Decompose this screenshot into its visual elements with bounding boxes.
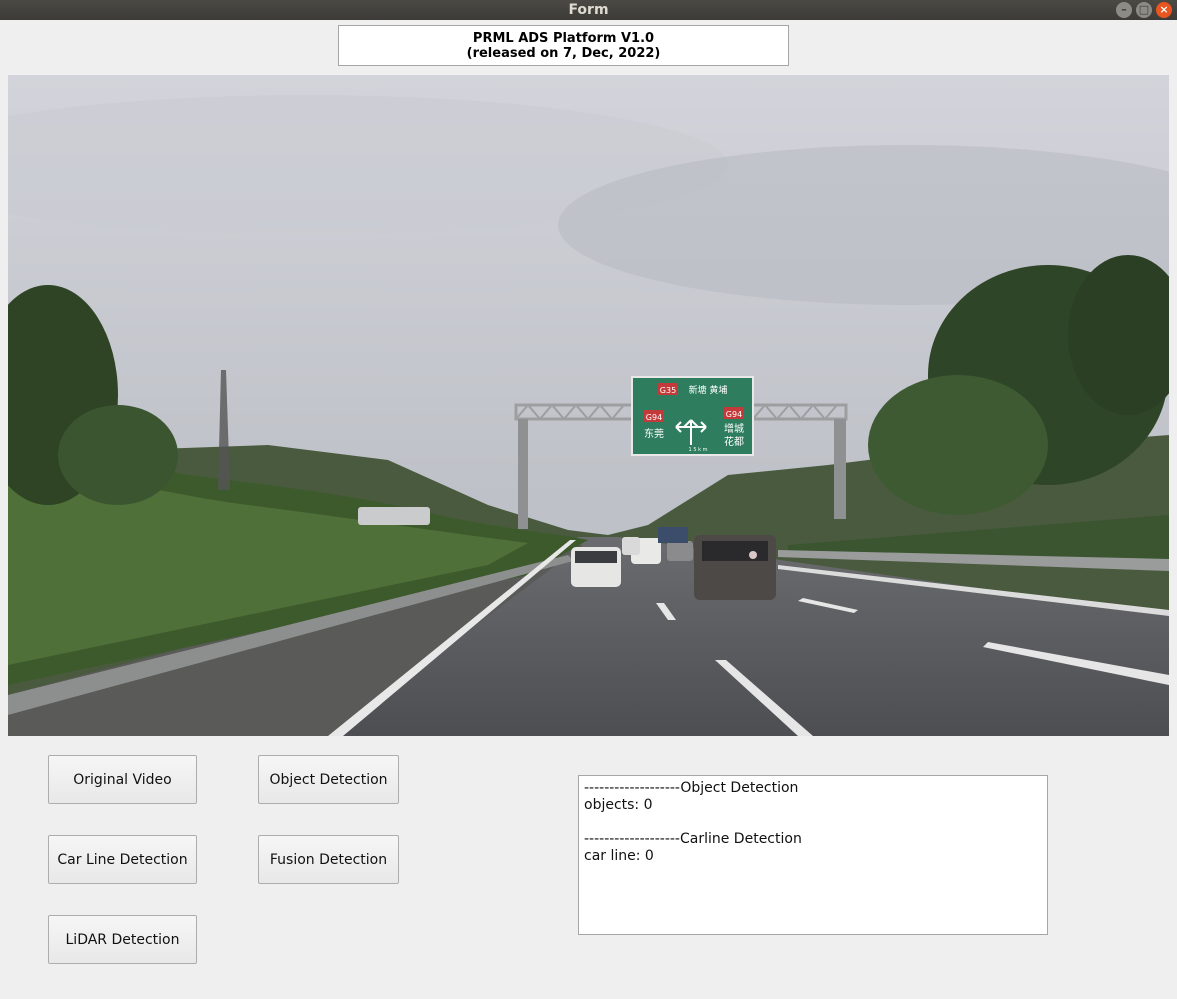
- sign-right-text1: 增城: [724, 422, 744, 435]
- object-detection-button[interactable]: Object Detection: [258, 755, 399, 804]
- detection-output-textbox[interactable]: -------------------Object Detection obje…: [578, 775, 1048, 935]
- original-video-button[interactable]: Original Video: [48, 755, 197, 804]
- sign-distance: 1 5 k m: [689, 447, 708, 453]
- carline-detection-header: -------------------Carline Detection: [584, 831, 802, 847]
- objects-count: objects: 0: [584, 797, 653, 813]
- carline-count: car line: 0: [584, 848, 654, 864]
- sign-right-code: G94: [726, 410, 742, 419]
- minimize-icon[interactable]: –: [1116, 2, 1132, 18]
- sign-top-text: 新塘 黄埔: [689, 384, 728, 396]
- sign-top-code: G35: [660, 386, 676, 395]
- video-display: G35 新塘 黄埔 G94 东莞 G94 增城 花都 1 5 k m: [8, 75, 1169, 736]
- dashcam-frame: G35 新塘 黄埔 G94 东莞 G94 增城 花都 1 5 k m: [8, 75, 1169, 736]
- platform-title-box: PRML ADS Platform V1.0 (released on 7, D…: [338, 25, 789, 66]
- lidar-detection-button[interactable]: LiDAR Detection: [48, 915, 197, 964]
- sign-right-text2: 花都: [724, 435, 744, 448]
- release-date: (released on 7, Dec, 2022): [466, 45, 661, 61]
- platform-title: PRML ADS Platform V1.0: [472, 30, 655, 46]
- window-title: Form: [568, 2, 609, 18]
- fusion-detection-button[interactable]: Fusion Detection: [258, 835, 399, 884]
- maximize-icon[interactable]: □: [1136, 2, 1152, 18]
- sign-left-code: G94: [646, 413, 662, 422]
- car-line-detection-button[interactable]: Car Line Detection: [48, 835, 197, 884]
- object-detection-header: -------------------Object Detection: [584, 780, 799, 796]
- window-titlebar: Form – □ ×: [0, 0, 1177, 20]
- close-icon[interactable]: ×: [1156, 2, 1172, 18]
- sign-left-text: 东莞: [644, 427, 664, 440]
